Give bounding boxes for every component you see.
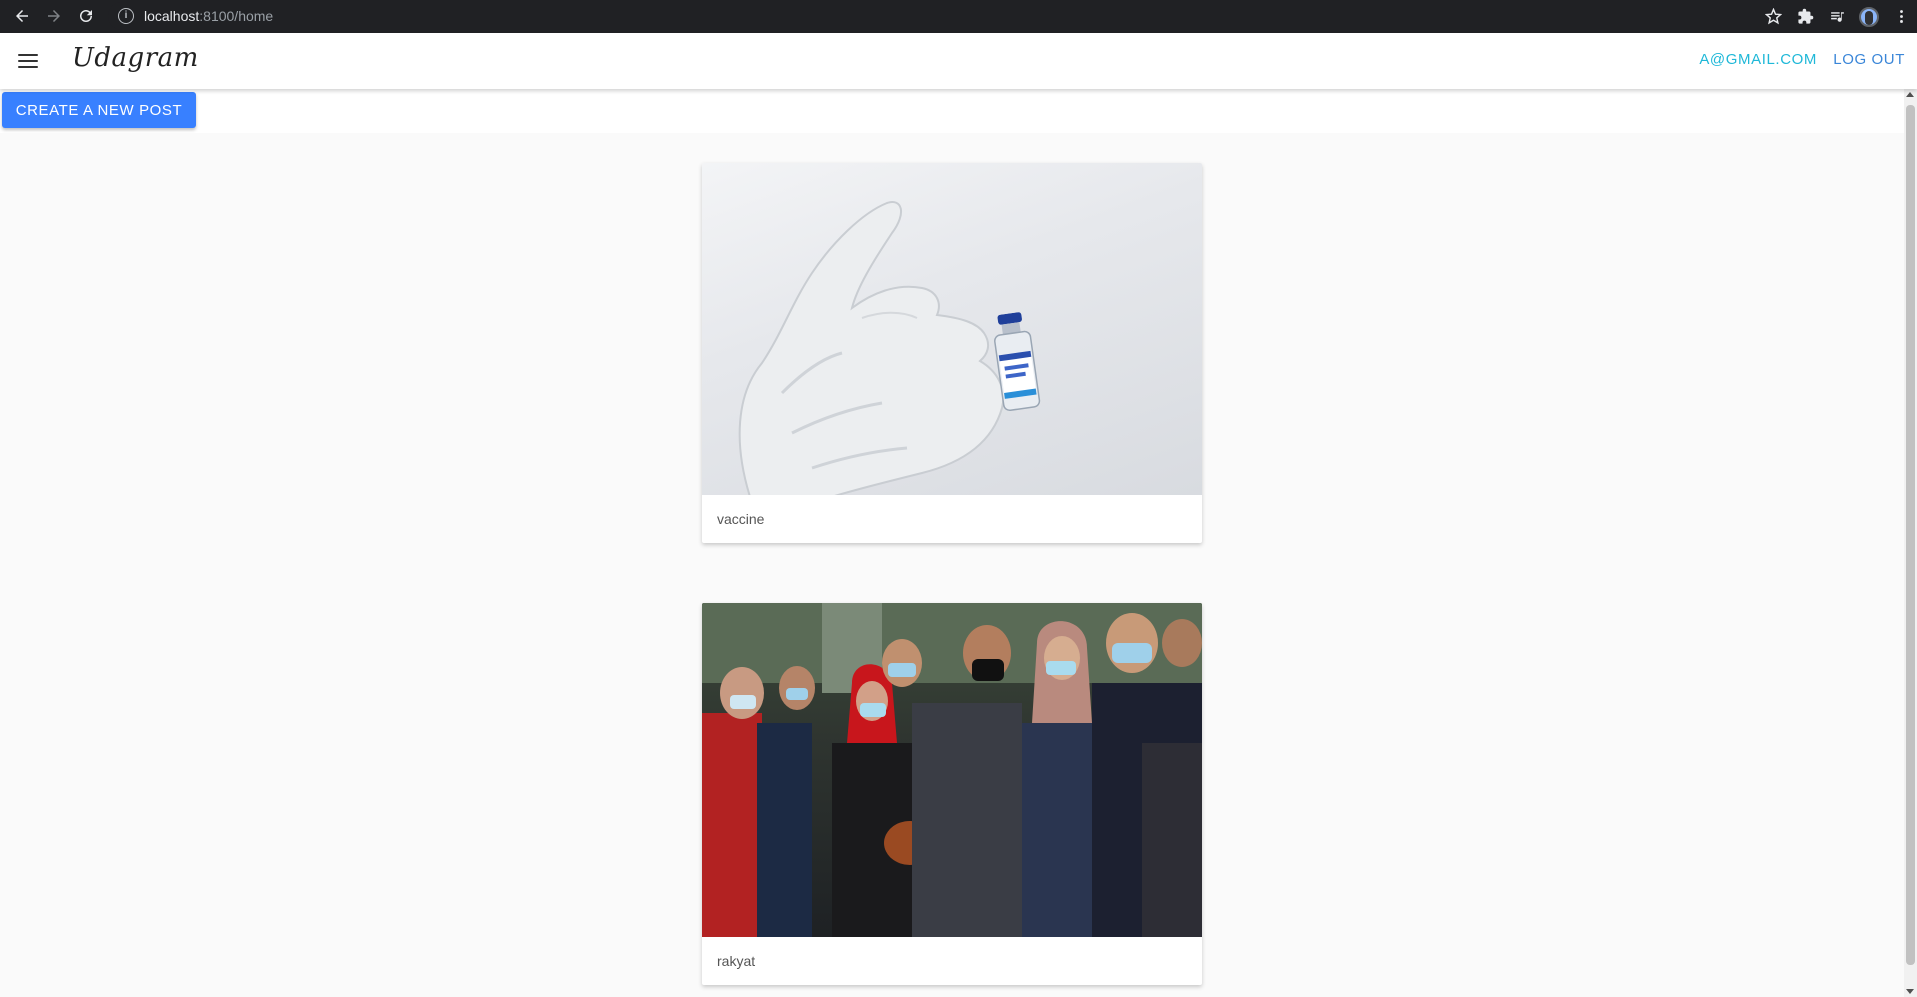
star-icon (1764, 8, 1782, 25)
browser-toolbar: i localhost:8100/home (0, 0, 1917, 33)
post-card: vaccine (702, 163, 1202, 543)
scroll-up-arrow-icon[interactable] (1906, 92, 1914, 97)
menu-bar (18, 66, 38, 68)
url-host: localhost (144, 8, 200, 24)
masked-crowd-image (702, 603, 1202, 937)
logout-button[interactable]: LOG OUT (1833, 51, 1905, 68)
app-brand: Udagram (72, 43, 199, 73)
address-bar[interactable]: i localhost:8100/home (108, 2, 1780, 30)
profile-button[interactable] (1853, 3, 1885, 31)
forward-button[interactable] (38, 2, 70, 30)
post-image (702, 603, 1202, 937)
bookmark-button[interactable] (1757, 3, 1789, 31)
more-menu-button[interactable] (1885, 3, 1917, 31)
post-image (702, 163, 1202, 495)
info-icon[interactable]: i (118, 8, 134, 24)
create-post-button[interactable]: CREATE A NEW POST (2, 92, 196, 128)
user-email-link[interactable]: A@GMAIL.COM (1699, 51, 1817, 68)
menu-bar (18, 54, 38, 56)
reload-button[interactable] (70, 2, 102, 30)
back-arrow-icon (16, 10, 28, 22)
post-card: rakyat (702, 603, 1202, 985)
hamburger-menu-icon[interactable] (14, 49, 42, 73)
browser-actions (1757, 0, 1917, 33)
forward-arrow-icon (48, 10, 60, 22)
back-button[interactable] (6, 2, 38, 30)
vertical-scrollbar[interactable] (1904, 89, 1917, 997)
reload-icon (80, 9, 92, 22)
scroll-thumb[interactable] (1906, 105, 1915, 965)
app-toolbar: Udagram A@GMAIL.COM LOG OUT (0, 33, 1917, 89)
scroll-down-arrow-icon[interactable] (1906, 989, 1914, 994)
post-caption: vaccine (717, 511, 765, 527)
extensions-button[interactable] (1789, 3, 1821, 31)
post-caption: rakyat (717, 953, 756, 969)
url-path: :8100/home (199, 8, 274, 24)
extensions-icon (1797, 8, 1813, 24)
menu-bar (18, 60, 38, 62)
main-content: CREATE A NEW POST vaccine rakyat (0, 89, 1904, 997)
media-controls-button[interactable] (1821, 3, 1853, 31)
action-strip: CREATE A NEW POST (0, 89, 1904, 133)
more-vertical-icon (1899, 10, 1903, 23)
media-controls-icon (1830, 12, 1844, 22)
profile-avatar (1859, 6, 1879, 27)
